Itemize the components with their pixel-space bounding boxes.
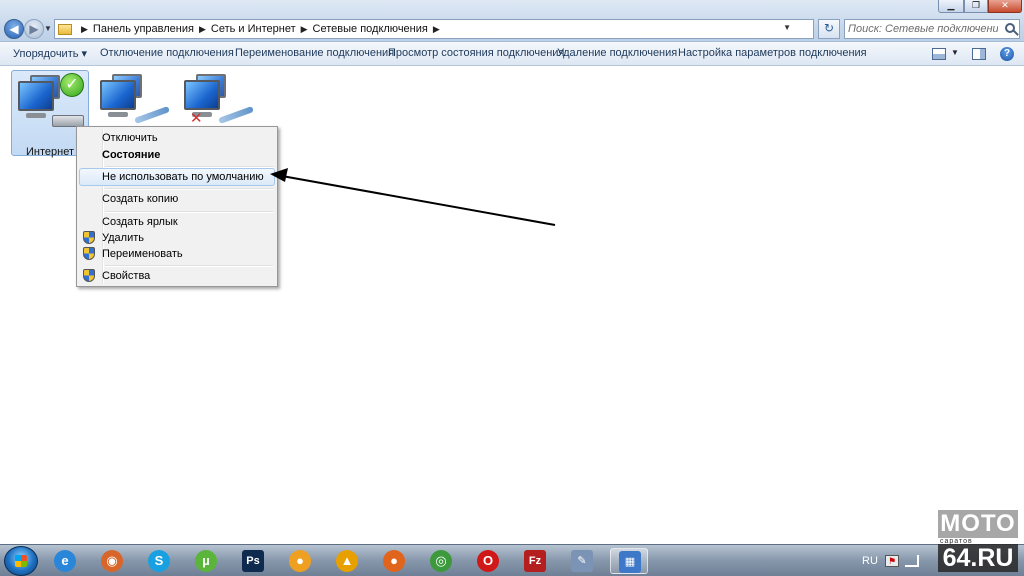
maximize-button[interactable]: ❐ [964,0,988,13]
action-center-icon[interactable]: ⚑ [885,555,899,567]
connected-check-icon: ✓ [60,73,84,97]
taskbar-app-button[interactable]: Fz [516,548,554,574]
organize-button[interactable]: Упорядочить ▾ [13,47,87,60]
moto64-watermark: МОТО саратов 64.RU [934,510,1020,572]
skype-icon: S [148,550,170,572]
taskbar-app-button[interactable]: ● [375,548,413,574]
chevron-right-icon[interactable]: ▶ [301,24,308,35]
taskbar-app-button[interactable]: µ [187,548,225,574]
taskbar-app-button[interactable]: ◉ [93,548,131,574]
taskbar-app-button[interactable]: ▦ [610,548,648,574]
media-player-icon: ◉ [101,550,123,572]
monitor-stand [26,113,46,118]
taskbar-app-button[interactable]: ▲ [328,548,366,574]
control-panel-icon [58,23,72,35]
uac-shield-icon [83,231,95,244]
taskbar-app-button[interactable]: e [46,548,84,574]
disable-connection-button[interactable]: Отключение подключения [100,47,234,59]
taskbar-app-button[interactable]: S [140,548,178,574]
breadcrumb-network-internet[interactable]: Сеть и Интернет [211,23,296,35]
monitor-stand [108,112,128,117]
taskbar-app-button[interactable]: ◎ [422,548,460,574]
network-cable-icon [134,106,170,124]
watermark-top: МОТО [938,510,1018,538]
taskbar-app-button[interactable]: ✎ [563,548,601,574]
menu-item-disable[interactable]: Отключить [79,129,275,147]
preview-pane-icon[interactable] [972,48,986,60]
uac-shield-icon [83,247,95,260]
language-indicator[interactable]: RU [862,555,878,567]
network-cable-icon [218,106,254,124]
disconnected-x-icon: ✕ [190,110,203,127]
notepad-icon: ✎ [571,550,593,572]
aimp-icon: ● [289,550,311,572]
utorrent-icon: µ [195,550,217,572]
menu-item-not-default[interactable]: Не использовать по умолчанию [79,168,275,186]
breadcrumb-network-connections[interactable]: Сетевые подключения [313,23,428,35]
delete-connection-button[interactable]: Удаление подключения [557,47,677,59]
history-dropdown-icon[interactable]: ▼ [44,24,52,33]
chevron-right-icon[interactable]: ▶ [81,24,88,35]
taskbar-app-button[interactable]: ● [281,548,319,574]
uac-shield-icon [83,269,95,282]
firefox-icon: ● [383,550,405,572]
menu-item-status[interactable]: Состояние [79,146,275,164]
rename-connection-button[interactable]: Переименование подключения [235,47,394,59]
menu-item-label: Удалить [102,232,144,244]
photoshop-icon: Ps [242,550,264,572]
change-view-icon[interactable] [932,48,946,60]
monitor-icon [100,80,136,110]
taskbar-app-button[interactable]: O [469,548,507,574]
monitor-icon [184,80,220,110]
menu-item-rename[interactable]: Переименовать [79,245,275,263]
command-bar: Упорядочить ▾ Отключение подключения Пер… [0,42,1024,66]
taskbar: e ◉ Sµ Ps ● ▲ ● ◎ O Fz ✎ ▦ RU ⚑ [0,544,1024,576]
connection-settings-button[interactable]: Настройка параметров подключения [678,47,867,59]
internet-explorer-icon: e [54,550,76,572]
filezilla-icon: Fz [524,550,546,572]
opera-icon: O [477,550,499,572]
chevron-right-icon[interactable]: ▶ [199,24,206,35]
chevron-right-icon[interactable]: ▶ [433,24,440,35]
aimp-player-icon: ▲ [336,550,358,572]
network-connections-icon: ▦ [619,551,641,573]
help-icon[interactable]: ? [1000,47,1014,61]
network-tray-icon[interactable] [905,555,919,567]
address-dropdown-icon[interactable]: ▼ [783,23,791,32]
menu-item-label: Переименовать [102,248,183,260]
search-box[interactable] [844,19,1020,39]
forward-button[interactable]: ▶ [24,19,44,39]
minimize-button[interactable]: ▁ [938,0,964,13]
menu-item-create-copy[interactable]: Создать копию [79,190,275,208]
view-status-button[interactable]: Просмотр состояния подключения [388,47,564,59]
close-button[interactable]: ✕ [988,0,1022,13]
arrow-line [281,175,556,226]
address-bar[interactable]: ▶ Панель управления ▶ Сеть и Интернет ▶ … [54,19,814,39]
menu-item-label: Свойства [102,270,151,282]
taskbar-app-button[interactable]: Ps [234,548,272,574]
menu-item-properties[interactable]: Свойства [79,267,275,285]
window-titlebar: ◀ ▶ ▼ ▶ Панель управления ▶ Сеть и Интер… [0,0,1024,42]
start-button[interactable] [4,546,38,576]
breadcrumb-control-panel[interactable]: Панель управления [93,23,194,35]
view-dropdown-icon[interactable]: ▼ [951,48,959,57]
context-menu: Отключить Состояние Не использовать по у… [76,126,278,287]
search-input[interactable] [848,22,998,36]
monitor-icon [18,81,54,111]
back-button[interactable]: ◀ [4,19,24,39]
chrome-icon: ◎ [430,550,452,572]
search-icon[interactable] [1005,23,1015,33]
refresh-button[interactable]: ↻ [818,19,840,39]
watermark-bottom: 64.RU [938,544,1018,572]
